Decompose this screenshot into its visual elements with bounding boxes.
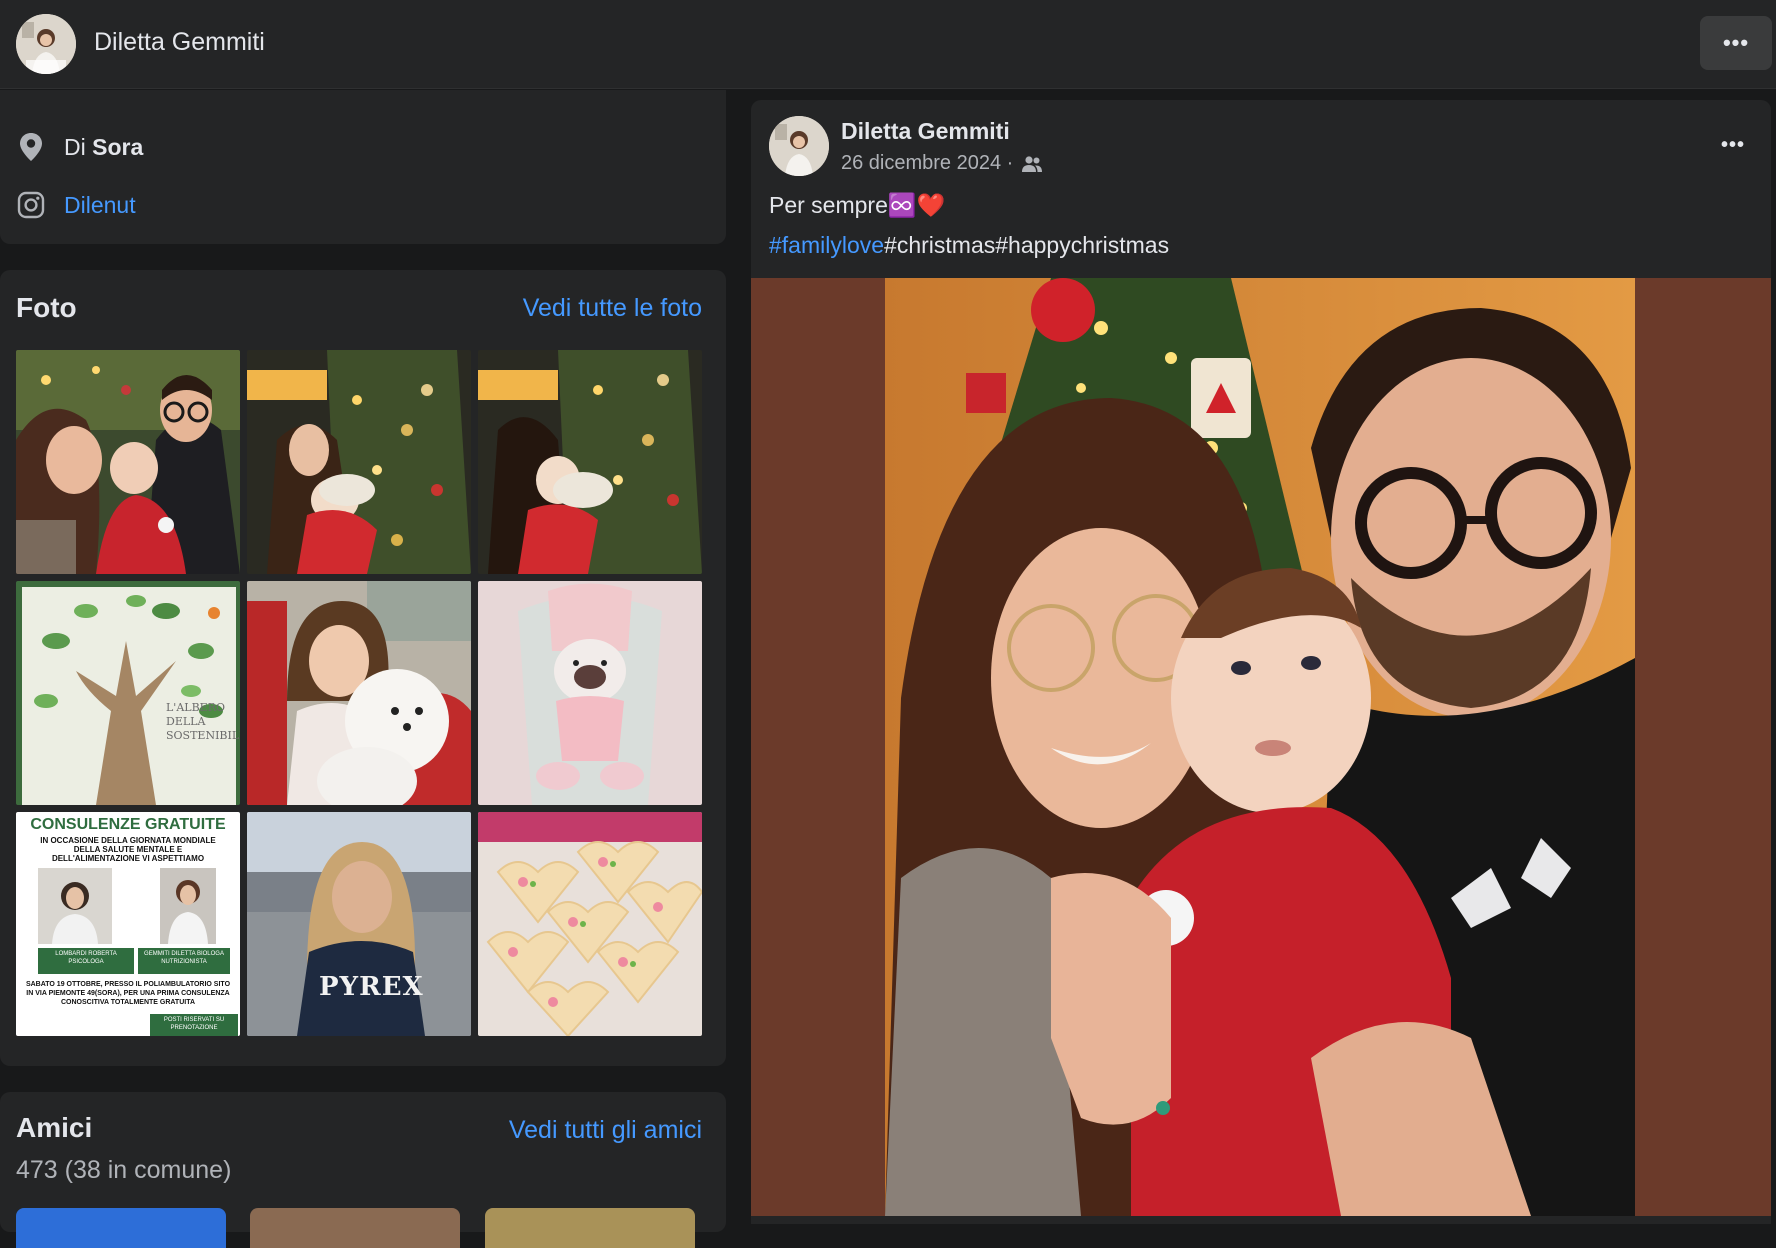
post-author-name[interactable]: Diletta Gemmiti [841, 118, 1010, 145]
photos-grid: L'ALBERO DELLA SOSTENIBILITÀ [16, 350, 702, 1036]
post-meta: 26 dicembre 2024 · [841, 152, 1043, 175]
see-all-friends-link[interactable]: Vedi tutti gli amici [509, 1116, 702, 1145]
friends-audience-icon[interactable] [1021, 155, 1043, 173]
photo-tile[interactable] [247, 350, 471, 574]
more-dots-icon: ••• [1722, 30, 1750, 55]
photo-tile[interactable] [247, 581, 471, 805]
hometown-row: Di Sora [16, 132, 143, 162]
photos-card: Foto Vedi tutte le foto L'ALBERO DELLA S… [0, 270, 726, 1066]
tile-caption: L'ALBERO DELLA SOSTENIBILITÀ [166, 701, 240, 742]
see-all-photos-link[interactable]: Vedi tutte le foto [523, 294, 702, 323]
friends-count: 473 (38 in comune) [16, 1156, 232, 1184]
post-author-avatar[interactable] [769, 116, 829, 176]
photo-tile[interactable]: PYREX [247, 812, 471, 1036]
profile-header-bar: Diletta Gemmiti ••• [0, 0, 1776, 89]
instagram-icon [16, 190, 46, 220]
flyer-photo-left [38, 868, 112, 944]
friend-thumbnail[interactable] [16, 1208, 226, 1248]
location-pin-icon [16, 132, 46, 162]
photos-title: Foto [16, 292, 77, 323]
friend-thumbnail[interactable] [250, 1208, 460, 1248]
flyer-subheading: IN OCCASIONE DELLA GIORNATA MONDIALE DEL… [40, 836, 216, 863]
photo-tile[interactable] [478, 812, 702, 1036]
flyer-badge: POSTI RISERVATI SU PRENOTAZIONE [150, 1014, 238, 1036]
post-photo[interactable] [751, 278, 1771, 1216]
hometown-prefix: Di [64, 133, 86, 160]
profile-avatar[interactable] [16, 14, 76, 74]
photo-tile[interactable] [16, 350, 240, 574]
photo-tile[interactable] [478, 350, 702, 574]
post-more-button[interactable]: ••• [1721, 134, 1745, 157]
intro-card: Di Sora Dilenut [0, 90, 726, 244]
post-hashtags: #familylove#christmas#happychristmas [769, 232, 1169, 259]
photo-tile[interactable]: L'ALBERO DELLA SOSTENIBILITÀ [16, 581, 240, 805]
flyer-footer: SABATO 19 OTTOBRE, PRESSO IL POLIAMBULAT… [25, 981, 231, 1006]
post-card: Diletta Gemmiti 26 dicembre 2024 · ••• P… [751, 100, 1771, 1224]
photo-tile[interactable]: CONSULENZE GRATUITE IN OCCASIONE DELLA G… [16, 812, 240, 1036]
friend-thumbnail[interactable] [485, 1208, 695, 1248]
flyer-name-left: LOMBARDI ROBERTA PSICOLOGA [38, 948, 134, 974]
friends-title: Amici [16, 1112, 93, 1143]
sweatshirt-text: PYREX [319, 972, 424, 1002]
flyer-name-right: GEMMITI DILETTA BIOLOGA NUTRIZIONISTA [138, 948, 230, 974]
more-options-button[interactable]: ••• [1700, 16, 1772, 70]
hometown-place[interactable]: Sora [92, 134, 143, 160]
hashtag-link[interactable]: #familylove [769, 232, 884, 258]
hashtags-text: #christmas#happychristmas [884, 232, 1170, 258]
photo-tile[interactable] [478, 581, 702, 805]
flyer-heading: CONSULENZE GRATUITE [30, 816, 226, 833]
friends-card: Amici Vedi tutti gli amici 473 (38 in co… [0, 1092, 726, 1248]
flyer-photo-right [160, 868, 216, 944]
post-text: Per sempre♾️❤️ [769, 192, 946, 218]
instagram-row: Dilenut [16, 190, 136, 220]
post-date[interactable]: 26 dicembre 2024 · [841, 152, 1013, 175]
instagram-link[interactable]: Dilenut [64, 192, 136, 219]
profile-name: Diletta Gemmiti [94, 28, 265, 56]
